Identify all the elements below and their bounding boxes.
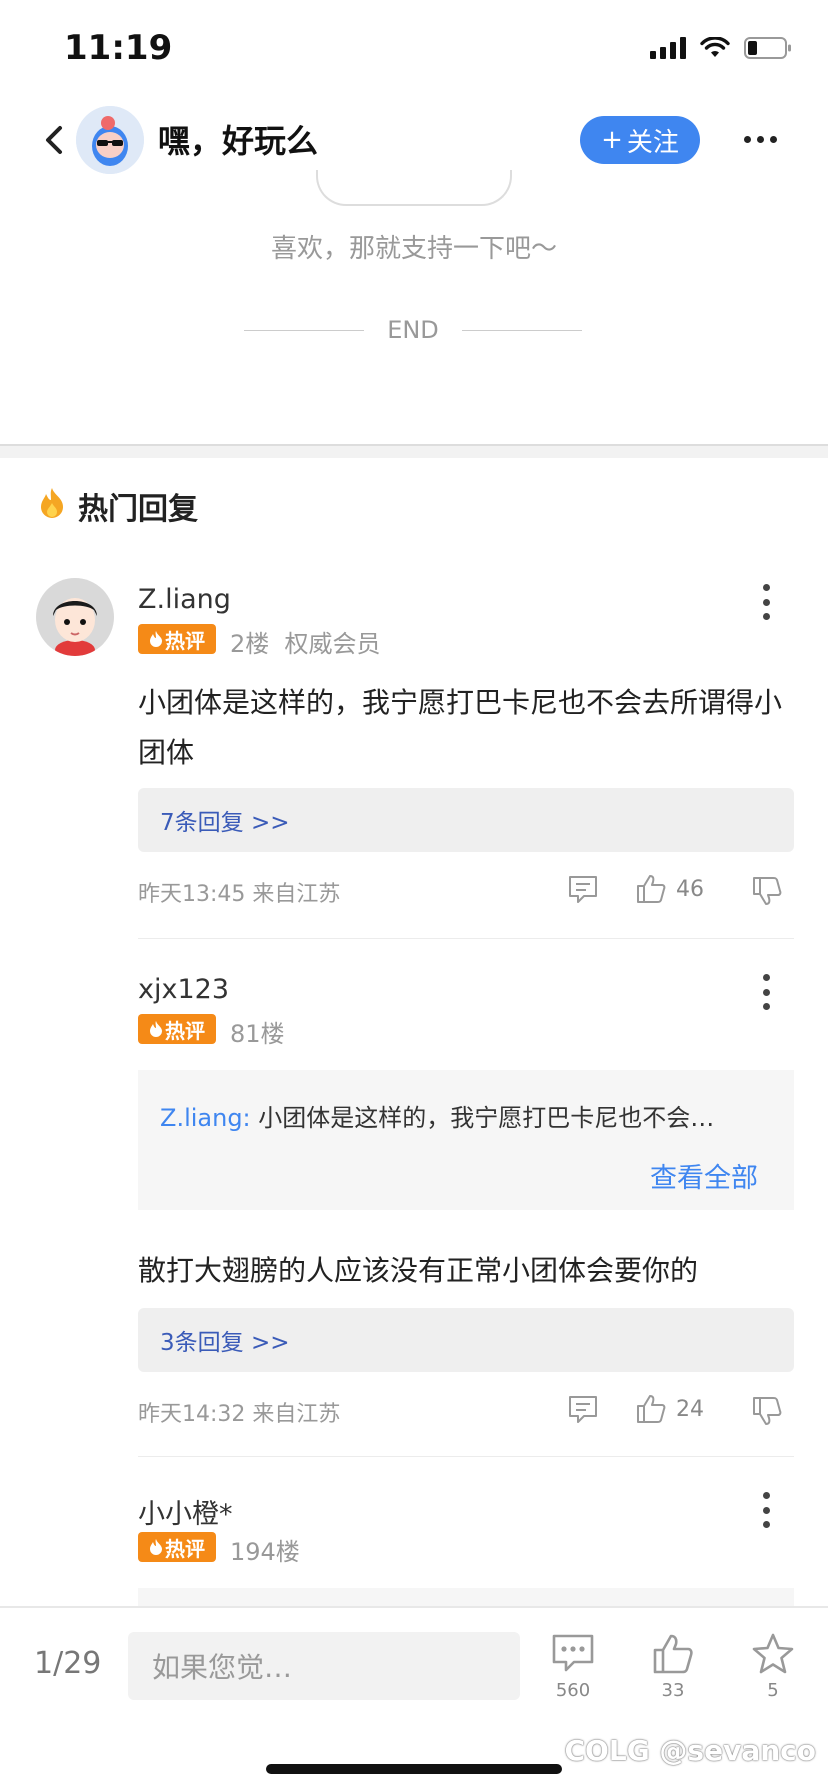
comment-text: 散打大翅膀的人应该没有正常小团体会要你的	[138, 1254, 699, 1287]
status-icons	[650, 36, 792, 60]
thumbs-up-icon	[637, 875, 666, 903]
section-divider	[0, 444, 828, 458]
comment-bubble-icon	[552, 1634, 594, 1672]
quoted-comment-box[interactable]	[138, 1588, 794, 1608]
flame-icon	[41, 488, 63, 518]
reply-icon[interactable]	[566, 1392, 600, 1426]
comment-meta: 昨天14:32 来自江苏	[138, 1402, 341, 1427]
hot-comment-badge: 热评	[138, 1532, 216, 1562]
flame-icon	[150, 631, 162, 647]
comment-divider	[138, 1456, 794, 1457]
page-indicator[interactable]: 1/29	[34, 1646, 101, 1681]
status-time: 11:19	[64, 28, 173, 68]
comment-floor: 81楼	[230, 1020, 285, 1048]
like-button[interactable]: 46	[634, 872, 704, 906]
end-divider-right	[462, 330, 582, 331]
watermark: COLG @sevanco	[564, 1734, 817, 1767]
hot-comment-badge: 热评	[138, 1014, 216, 1044]
quoted-comment: Z.liang: 小团体是这样的，我宁愿打巴卡尼也不会…	[160, 1104, 715, 1132]
comment-meta: 昨天13:45 来自江苏	[138, 882, 341, 907]
comments-button[interactable]: 560	[543, 1632, 603, 1701]
reply-icon[interactable]	[566, 872, 600, 906]
comment-floor-member: 2楼 权威会员	[230, 630, 381, 658]
star-icon	[752, 1633, 794, 1674]
follow-label: 关注	[626, 127, 679, 158]
comment-username[interactable]: xjx123	[138, 974, 229, 1005]
view-replies-button[interactable]: 3条回复 >>	[138, 1308, 794, 1372]
follow-button[interactable]: + 关注	[580, 116, 700, 164]
channel-avatar[interactable]	[76, 106, 144, 174]
comment-username[interactable]: Z.liang	[138, 584, 231, 615]
comment-more-button[interactable]	[760, 1492, 772, 1528]
avatar[interactable]	[36, 578, 114, 656]
end-label: END	[387, 316, 439, 344]
support-button-edge[interactable]	[316, 170, 512, 206]
plus-icon: +	[601, 125, 623, 155]
comment-username[interactable]: 小小橙*	[138, 1492, 233, 1531]
end-divider-left	[244, 330, 364, 331]
comment-more-button[interactable]	[760, 974, 772, 1010]
page-title: 嘿，好玩么	[158, 122, 319, 160]
like-article-button[interactable]: 33	[643, 1632, 703, 1701]
hot-comment-badge: 热评	[138, 624, 216, 654]
flame-icon	[150, 1539, 162, 1555]
cellular-signal-icon	[650, 37, 686, 59]
battery-icon	[744, 37, 791, 59]
comment-more-button[interactable]	[760, 584, 772, 620]
more-options-button[interactable]	[740, 124, 780, 154]
comment-input[interactable]: 如果您觉…	[128, 1632, 520, 1700]
hot-replies-title: 热门回复	[78, 492, 198, 527]
home-indicator	[266, 1764, 562, 1774]
thumbs-down-icon[interactable]	[750, 1394, 784, 1428]
comment-divider	[138, 938, 794, 939]
back-arrow-icon[interactable]	[40, 122, 68, 158]
thumbs-up-icon	[637, 1395, 666, 1423]
view-all-link[interactable]: 查看全部	[650, 1156, 758, 1195]
favorite-button[interactable]: 5	[743, 1632, 803, 1701]
like-button[interactable]: 24	[634, 1392, 704, 1426]
comment-text: 小团体是这样的，我宁愿打巴卡尼也不会去所谓得小团体	[138, 686, 783, 769]
flame-icon	[150, 1021, 162, 1037]
thumbs-down-icon[interactable]	[750, 874, 784, 908]
comment-floor: 194楼	[230, 1538, 300, 1566]
wifi-icon	[700, 37, 730, 57]
support-text: 喜欢，那就支持一下吧～	[270, 234, 557, 264]
thumbs-up-icon	[653, 1634, 693, 1674]
view-replies-button[interactable]: 7条回复 >>	[138, 788, 794, 852]
